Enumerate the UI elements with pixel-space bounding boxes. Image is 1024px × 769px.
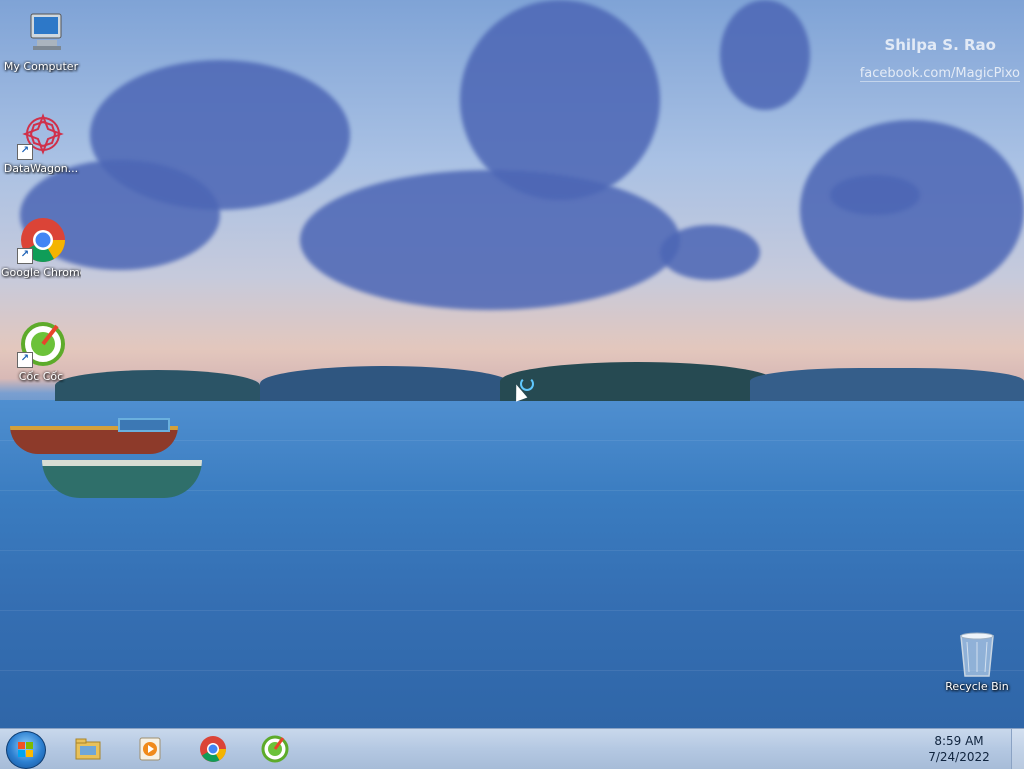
clock-date: 7/24/2022 — [928, 750, 990, 764]
desktop-icon-label: My Computer — [3, 60, 79, 73]
shortcut-arrow-icon: ↗ — [17, 248, 33, 264]
island — [500, 362, 775, 401]
datawagon-icon: ↗ — [17, 112, 65, 160]
file-explorer-icon — [74, 735, 102, 763]
taskbar-file-explorer[interactable] — [68, 733, 108, 765]
white-boat — [42, 460, 202, 498]
island — [260, 366, 510, 401]
cloud — [460, 0, 660, 200]
desktop-icon-datawagon[interactable]: ↗ DataWagon... — [1, 112, 81, 175]
computer-icon — [17, 10, 65, 58]
coccoc-icon — [261, 735, 289, 763]
watermark-link: facebook.com/MagicPixo — [859, 66, 1020, 82]
desktop-wallpaper — [0, 0, 1024, 728]
coccoc-icon: ↗ — [17, 320, 65, 368]
desktop-icon-label: Cốc Cốc — [18, 370, 64, 383]
boat-cabin — [118, 418, 170, 432]
desktop-icon-label: DataWagon... — [3, 162, 79, 175]
cloud — [720, 0, 810, 110]
island — [55, 370, 260, 401]
start-button[interactable] — [6, 731, 46, 769]
cloud — [800, 120, 1024, 300]
desktop-icon-google-chrome[interactable]: ↗ Google Chrome — [1, 216, 81, 279]
shortcut-arrow-icon: ↗ — [17, 352, 33, 368]
watermark-name: Shilpa S. Rao — [884, 36, 996, 54]
desktop-icon-my-computer[interactable]: My Computer — [1, 10, 81, 73]
desktop-icon-recycle-bin[interactable]: Recycle Bin — [937, 630, 1017, 693]
taskbar-chrome[interactable] — [193, 733, 233, 765]
media-player-icon — [136, 735, 164, 763]
recycle-bin-icon — [953, 630, 1001, 678]
desktop-icon-label: Recycle Bin — [945, 680, 1009, 693]
island — [750, 368, 1024, 401]
cloud — [660, 225, 760, 280]
shortcut-arrow-icon: ↗ — [17, 144, 33, 160]
chrome-icon: ↗ — [17, 216, 65, 264]
cloud — [830, 175, 920, 215]
taskbar-coccoc[interactable] — [255, 733, 295, 765]
taskbar-media-player[interactable] — [130, 733, 170, 765]
system-clock[interactable]: 8:59 AM 7/24/2022 — [914, 733, 1004, 765]
chrome-icon — [199, 735, 227, 763]
clock-time: 8:59 AM — [934, 734, 984, 748]
desktop-icon-coccoc[interactable]: ↗ Cốc Cốc — [1, 320, 81, 383]
show-desktop-button[interactable] — [1011, 729, 1024, 769]
desktop-icon-label: Google Chrome — [1, 266, 81, 279]
windows-logo-icon — [18, 742, 34, 758]
cloud — [300, 170, 680, 310]
taskbar: 8:59 AM 7/24/2022 — [0, 728, 1024, 769]
